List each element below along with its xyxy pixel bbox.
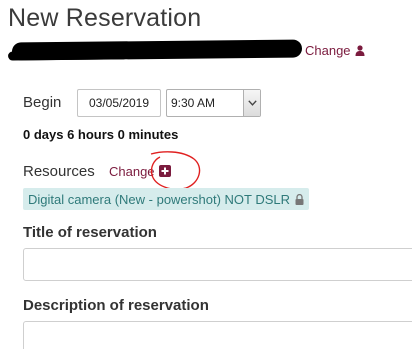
description-label: Description of reservation [23, 297, 209, 314]
begin-time-value: 9:30 AM [171, 96, 216, 110]
begin-time-select[interactable]: 9:30 AM [166, 89, 261, 117]
duration-text: 0 days 6 hours 0 minutes [23, 127, 179, 142]
begin-label: Begin [23, 94, 62, 111]
title-input[interactable] [23, 248, 412, 281]
chevron-down-icon [247, 100, 257, 106]
resources-label: Resources [23, 163, 95, 180]
description-textarea[interactable] [23, 321, 412, 349]
lock-icon [295, 193, 304, 205]
page-title: New Reservation [8, 4, 202, 32]
change-user-label: Change [305, 43, 351, 58]
user-icon [355, 45, 365, 56]
annotation-circle [150, 151, 201, 190]
resource-name: Digital camera (New - powershot) NOT DSL… [28, 191, 290, 207]
time-dropdown-button[interactable] [243, 90, 260, 116]
resource-tag: Digital camera (New - powershot) NOT DSL… [23, 188, 309, 210]
begin-date-input[interactable] [77, 89, 161, 117]
redacted-user-name [11, 39, 303, 61]
title-label: Title of reservation [23, 224, 157, 241]
change-user-link[interactable]: Change [305, 43, 365, 58]
